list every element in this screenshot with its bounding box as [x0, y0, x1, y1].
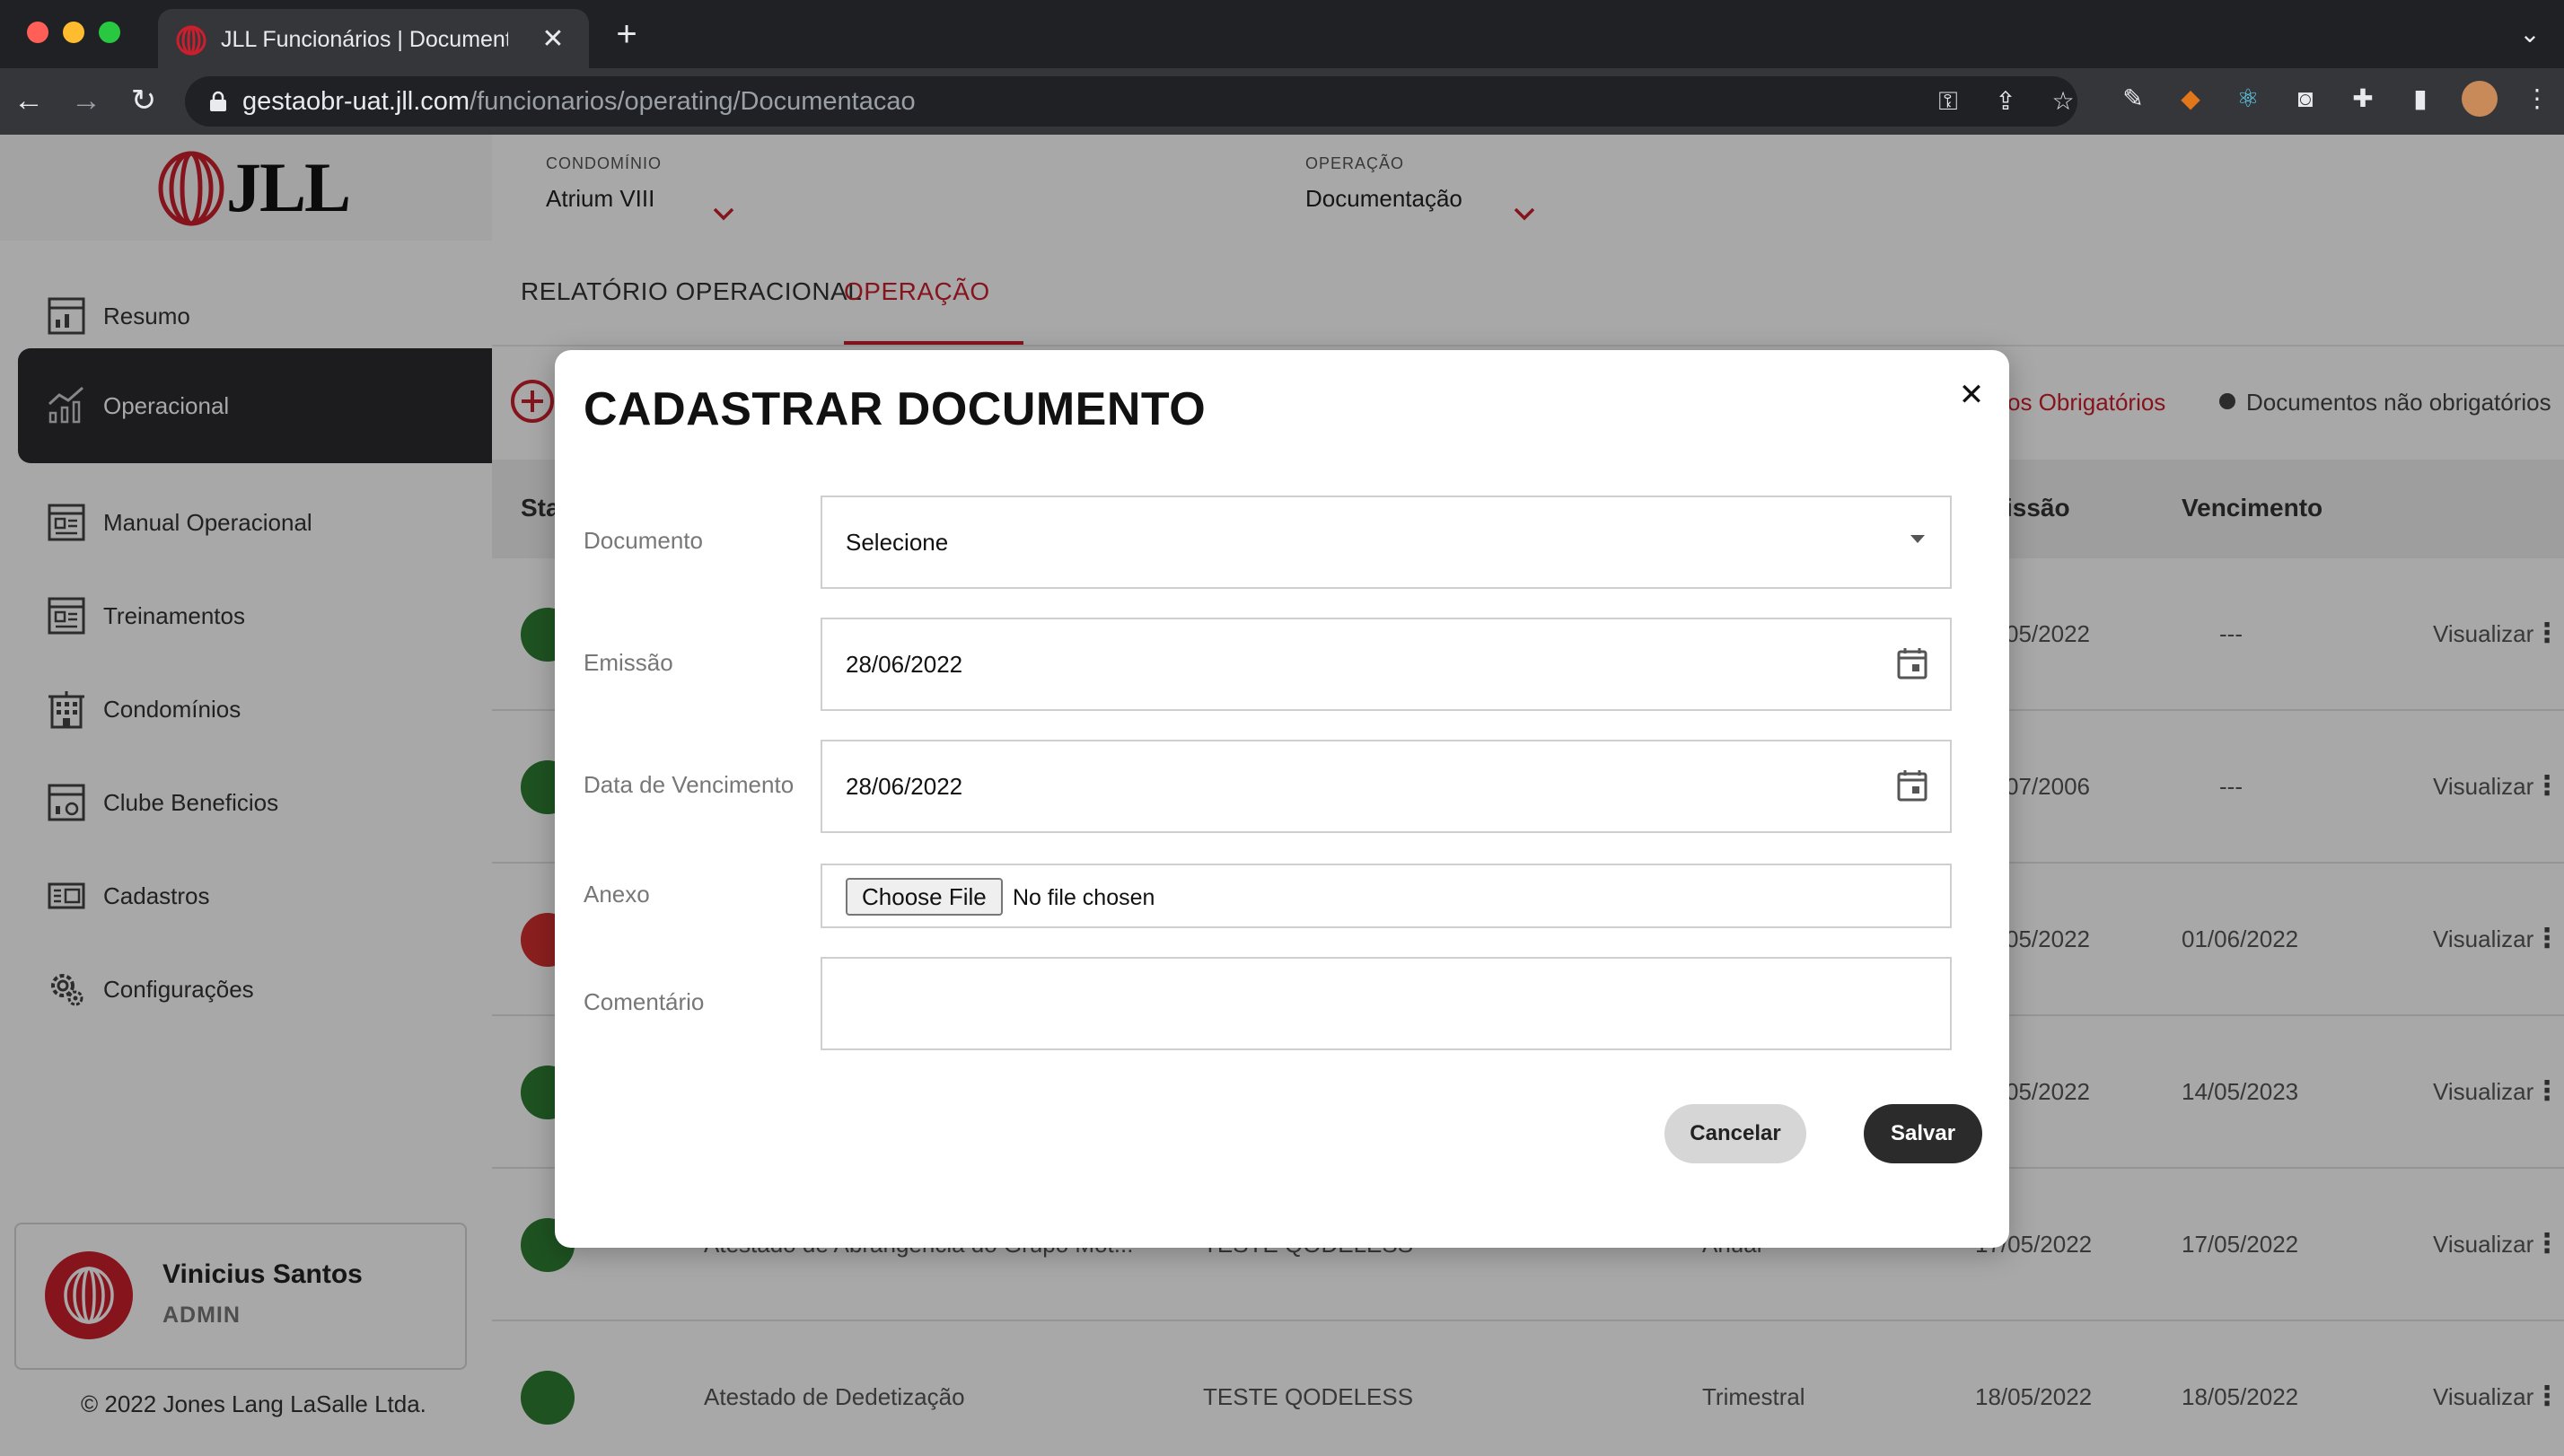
extension-camera-icon[interactable]: ◙: [2289, 83, 2322, 115]
tab-search-chevron-icon[interactable]: ⌄: [2516, 20, 2544, 48]
documento-select[interactable]: Selecione: [821, 496, 1952, 589]
save-button[interactable]: Salvar: [1864, 1104, 1982, 1163]
choose-file-button[interactable]: Choose File: [846, 878, 1003, 916]
vencimento-label: Data de Vencimento: [584, 771, 795, 798]
documento-selected-value: Selecione: [846, 529, 949, 556]
extension-react-icon[interactable]: ⚛: [2232, 83, 2264, 115]
maximize-window-button[interactable]: [99, 22, 120, 43]
calendar-icon[interactable]: [1896, 768, 1928, 803]
emissao-label: Emissão: [584, 649, 673, 676]
bookmark-star-icon[interactable]: ☆: [2049, 87, 2077, 116]
comentario-textarea[interactable]: [821, 957, 1952, 1050]
cadastrar-documento-modal: CADASTRAR DOCUMENTO ✕ Documento Selecion…: [555, 350, 2009, 1248]
anexo-label: Anexo: [584, 881, 650, 908]
key-icon[interactable]: ⚿: [1934, 87, 1963, 116]
extension-pen-icon[interactable]: ✎: [2117, 83, 2149, 115]
anexo-file-input: Choose File No file chosen: [821, 864, 1952, 928]
share-icon[interactable]: ⇪: [1991, 87, 2020, 116]
side-panel-icon[interactable]: ▮: [2404, 83, 2437, 115]
extension-fox-icon[interactable]: ◆: [2174, 83, 2207, 115]
no-file-text: No file chosen: [1013, 885, 1155, 910]
browser-titlebar: JLL Funcionários | Documentação ✕ + ⌄: [0, 0, 2564, 68]
url-text: gestaobr-uat.jll.com/funcionarios/operat…: [242, 87, 916, 116]
jll-favicon-icon: [176, 25, 206, 56]
tab-close-icon[interactable]: ✕: [537, 23, 569, 56]
cancel-button[interactable]: Cancelar: [1664, 1104, 1806, 1163]
emissao-date-value: 28/06/2022: [846, 651, 963, 678]
close-icon[interactable]: ✕: [1955, 379, 1988, 411]
back-arrow-icon[interactable]: ←: [11, 83, 47, 118]
close-window-button[interactable]: [27, 22, 48, 43]
comentario-label: Comentário: [584, 988, 705, 1015]
calendar-icon[interactable]: [1896, 646, 1928, 680]
lock-icon: [210, 91, 226, 111]
forward-arrow-icon[interactable]: →: [68, 83, 104, 118]
vencimento-date-input[interactable]: 28/06/2022: [821, 740, 1952, 833]
reload-icon[interactable]: ↻: [126, 83, 162, 118]
tab-title: JLL Funcionários | Documentação: [221, 27, 508, 52]
browser-tab[interactable]: JLL Funcionários | Documentação ✕: [158, 9, 589, 68]
minimize-window-button[interactable]: [63, 22, 84, 43]
extensions-puzzle-icon[interactable]: ✚: [2347, 83, 2379, 115]
new-tab-icon[interactable]: +: [609, 16, 645, 52]
emissao-date-input[interactable]: 28/06/2022: [821, 618, 1952, 711]
browser-menu-icon[interactable]: ⋮: [2521, 83, 2553, 115]
vencimento-date-value: 28/06/2022: [846, 773, 963, 800]
modal-title: CADASTRAR DOCUMENTO: [584, 383, 1207, 435]
profile-avatar-icon[interactable]: [2462, 81, 2498, 117]
dropdown-caret-icon: [1910, 535, 1925, 543]
documento-label: Documento: [584, 527, 703, 554]
address-bar[interactable]: gestaobr-uat.jll.com/funcionarios/operat…: [185, 76, 2077, 127]
